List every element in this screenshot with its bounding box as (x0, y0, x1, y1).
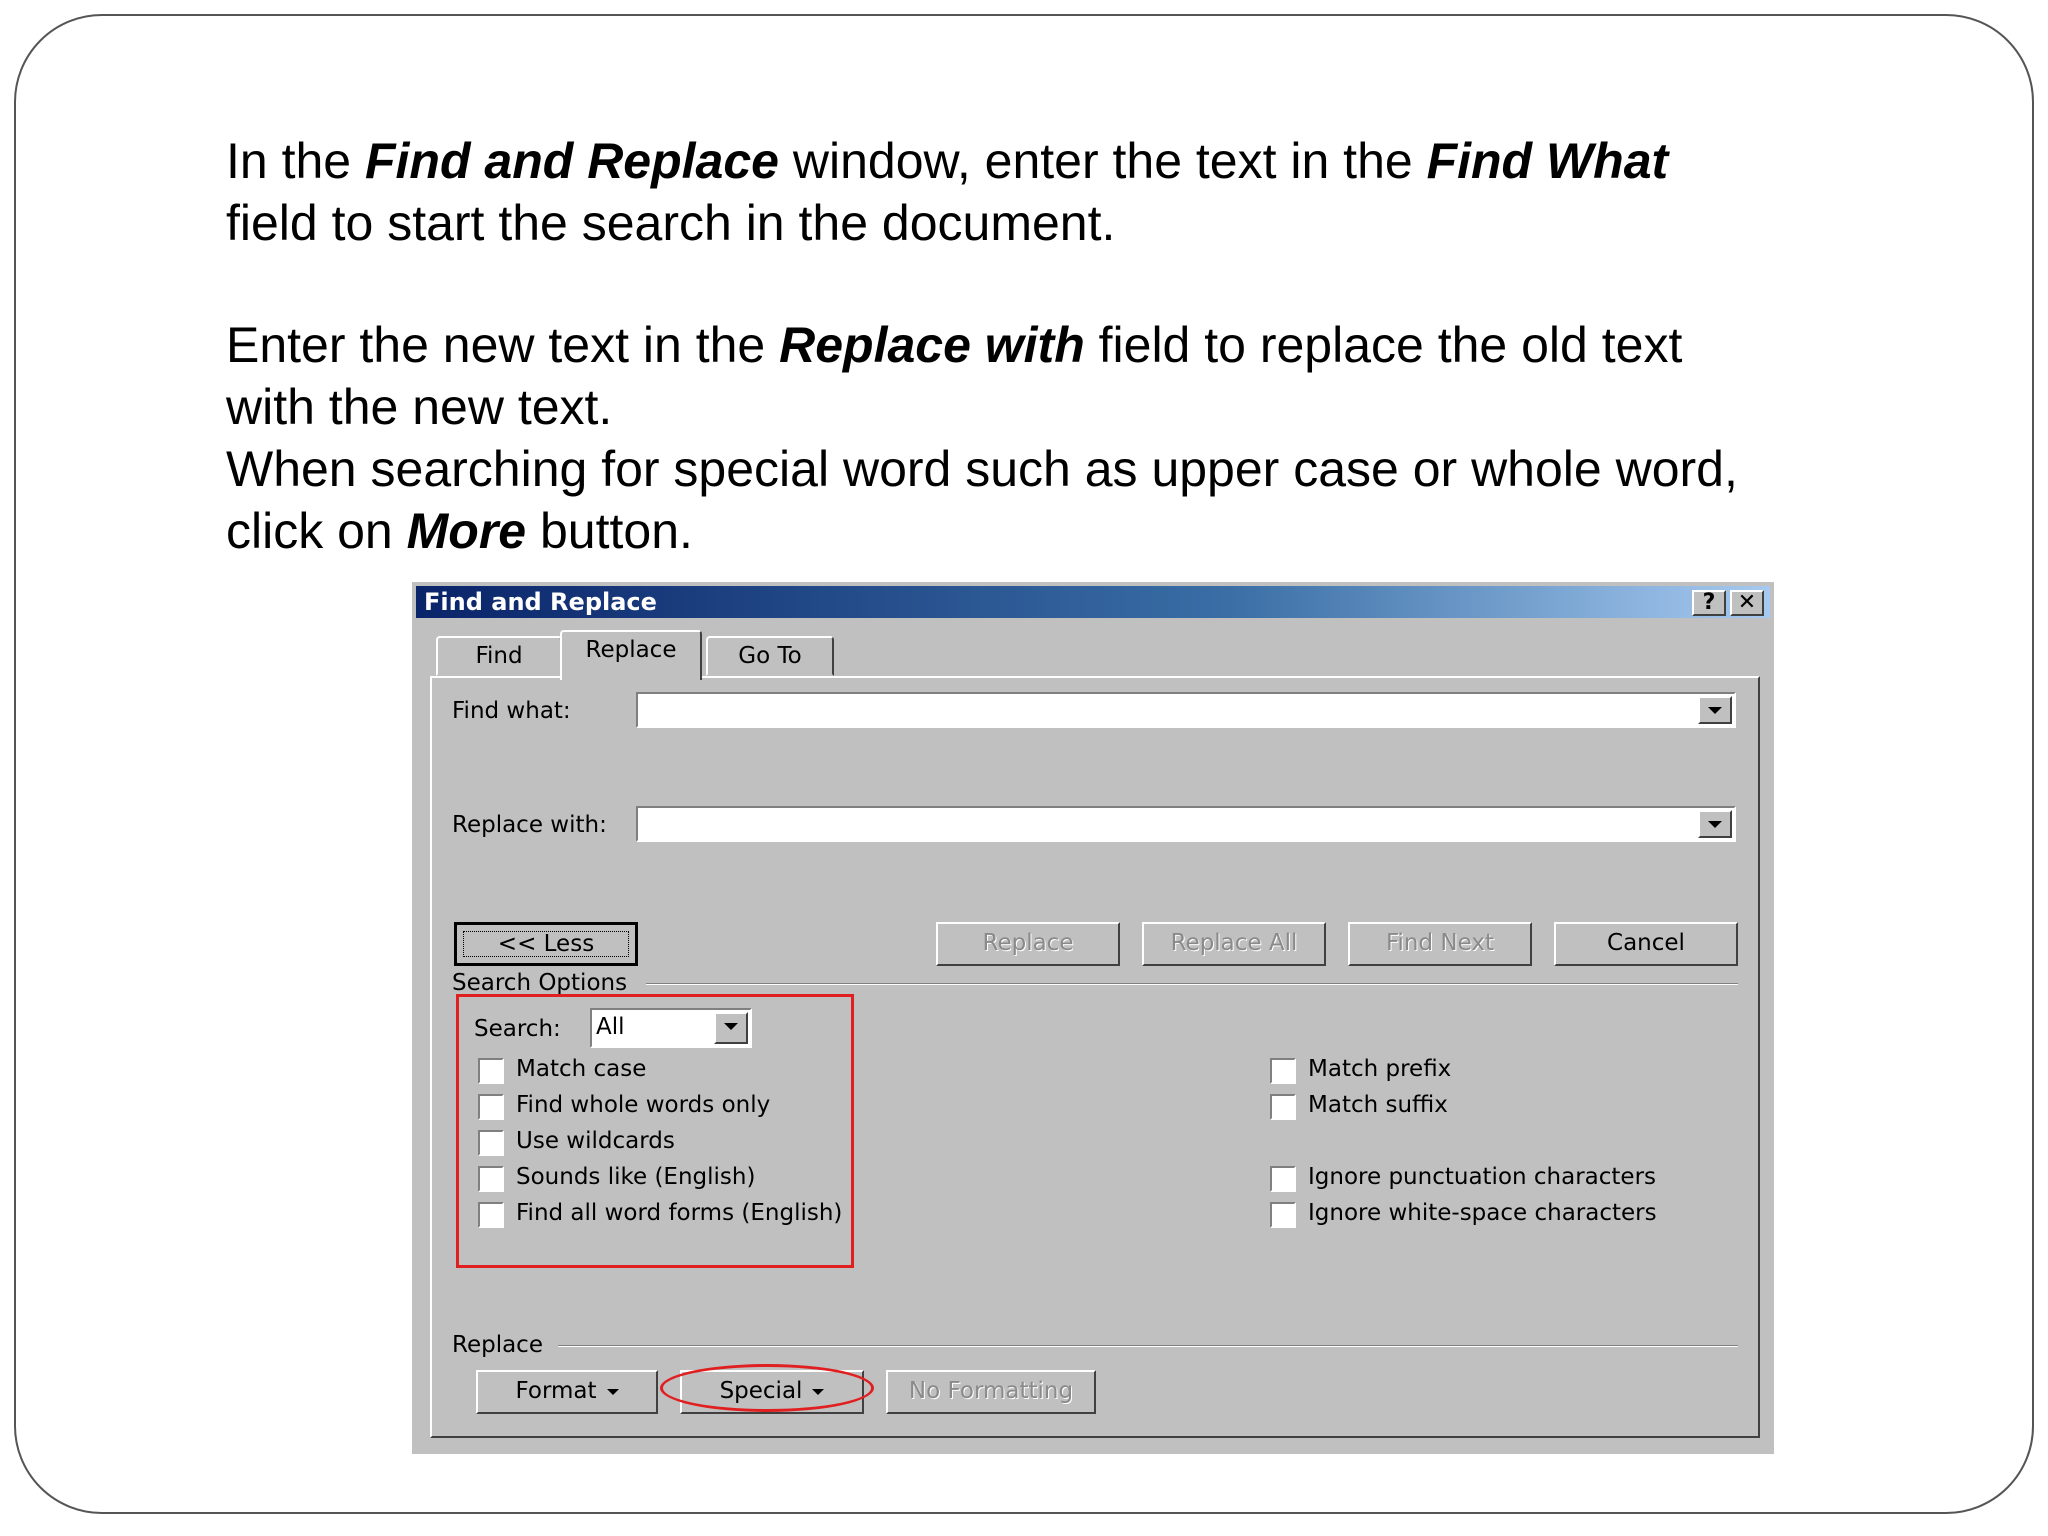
text: field to start the search in the documen… (226, 195, 1116, 251)
match-suffix-label: Match suffix (1308, 1092, 1448, 1118)
text: In the (226, 133, 365, 189)
find-what-input[interactable] (636, 692, 1736, 728)
ignore-whitespace-checkbox[interactable] (1270, 1202, 1296, 1228)
text: button. (526, 503, 693, 559)
tab-label: Replace (585, 637, 677, 663)
text: window, enter the text in the (778, 133, 1427, 189)
tab-go-to[interactable]: Go To (706, 636, 834, 676)
instruction-paragraph-2: Enter the new text in the Replace with f… (226, 314, 1866, 438)
ignore-punctuation-checkbox[interactable] (1270, 1166, 1296, 1192)
replace-button[interactable]: Replace (936, 922, 1120, 966)
text: click on (226, 503, 407, 559)
divider (646, 983, 1738, 985)
cancel-button[interactable]: Cancel (1554, 922, 1738, 966)
find-what-dropdown-icon[interactable] (1698, 696, 1732, 724)
text: field to replace the old text (1084, 317, 1683, 373)
focus-outline (463, 931, 629, 957)
divider (558, 1345, 1738, 1347)
format-label: Format (515, 1378, 597, 1404)
replace-all-button[interactable]: Replace All (1142, 922, 1326, 966)
instruction-paragraph-3: When searching for special word such as … (226, 438, 1866, 562)
replace-group-label: Replace (452, 1332, 543, 1358)
emphasis-more: More (406, 503, 527, 559)
help-button[interactable]: ? (1692, 590, 1726, 616)
replace-with-dropdown-icon[interactable] (1698, 810, 1732, 838)
dropdown-arrow-icon (606, 1388, 619, 1395)
title-bar[interactable]: Find and Replace ? ✕ (416, 586, 1770, 618)
text: with the new text. (226, 379, 613, 435)
less-button[interactable]: << Less (454, 922, 638, 966)
special-button-highlight (660, 1364, 874, 1412)
tab-replace[interactable]: Replace (560, 630, 702, 680)
replace-with-input[interactable] (636, 806, 1736, 842)
tab-label: Find (475, 643, 523, 669)
close-button[interactable]: ✕ (1730, 590, 1764, 616)
match-suffix-checkbox[interactable] (1270, 1094, 1296, 1120)
find-next-button[interactable]: Find Next (1348, 922, 1532, 966)
tab-find[interactable]: Find (436, 636, 562, 676)
find-what-label: Find what: (452, 698, 571, 724)
replace-with-label: Replace with: (452, 812, 607, 838)
ignore-whitespace-label: Ignore white-space characters (1308, 1200, 1657, 1226)
search-options-label: Search Options (452, 970, 628, 996)
emphasis-replace-with: Replace with (779, 317, 1085, 373)
ignore-punctuation-label: Ignore punctuation characters (1308, 1164, 1657, 1190)
text: When searching for special word such as … (226, 441, 1738, 497)
search-options-highlight (456, 994, 854, 1268)
dialog-title: Find and Replace (424, 588, 657, 616)
emphasis-find-what: Find What (1426, 133, 1669, 189)
instruction-paragraph-1: In the Find and Replace window, enter th… (226, 130, 1866, 254)
no-formatting-button[interactable]: No Formatting (886, 1370, 1096, 1414)
format-button[interactable]: Format (476, 1370, 658, 1414)
match-prefix-label: Match prefix (1308, 1056, 1452, 1082)
tab-label: Go To (738, 643, 802, 669)
emphasis-find-and-replace: Find and Replace (365, 133, 779, 189)
text: Enter the new text in the (226, 317, 780, 373)
match-prefix-checkbox[interactable] (1270, 1058, 1296, 1084)
